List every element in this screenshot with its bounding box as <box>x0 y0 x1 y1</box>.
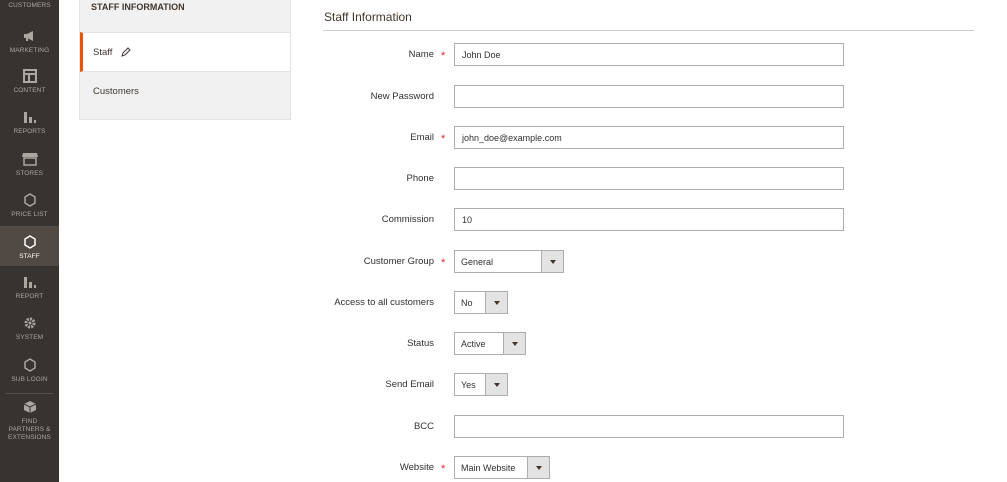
menu-item-customers[interactable]: CUSTOMERS <box>0 2 59 10</box>
chevron-down-icon <box>485 292 507 313</box>
required-mark: * <box>441 257 446 269</box>
field-website: Website * Main Website <box>0 456 1007 480</box>
field-label: BCC <box>413 421 434 432</box>
field-label: New Password <box>370 91 434 102</box>
required-mark: * <box>441 133 446 145</box>
bar-chart-icon <box>22 109 38 125</box>
hexagon-icon <box>22 234 38 250</box>
section-title: Staff Information <box>324 10 412 24</box>
customer-group-select[interactable]: General <box>454 250 564 273</box>
status-select[interactable]: Active <box>454 332 526 355</box>
menu-item-label: CUSTOMERS <box>8 2 51 9</box>
field-phone: Phone <box>0 167 1007 191</box>
gear-icon <box>22 315 38 331</box>
chevron-down-icon <box>527 457 549 478</box>
megaphone-icon <box>22 28 38 44</box>
commission-input[interactable]: 10 <box>454 208 844 231</box>
email-input[interactable]: john_doe@example.com <box>454 126 844 149</box>
section-divider <box>323 30 974 31</box>
chevron-down-icon <box>503 333 525 354</box>
send-email-select[interactable]: Yes <box>454 373 508 396</box>
chevron-down-icon <box>485 374 507 395</box>
field-new-password: New Password <box>0 85 1007 109</box>
field-label: Name <box>408 49 434 60</box>
field-access-all-customers: Access to all customers No <box>0 291 1007 315</box>
bar-chart-icon <box>22 274 38 290</box>
website-select[interactable]: Main Website <box>454 456 550 479</box>
tabs-title: STAFF INFORMATION <box>91 2 185 12</box>
field-commission: Commission 10 <box>0 208 1007 232</box>
field-label: Phone <box>406 173 434 184</box>
admin-menu: CUSTOMERS MARKETING CONTENT REPORTS STOR… <box>0 0 59 482</box>
field-label: Customer Group <box>363 256 434 267</box>
field-label: Send Email <box>385 379 434 390</box>
access-all-customers-select[interactable]: No <box>454 291 508 314</box>
select-value: Yes <box>461 379 476 390</box>
field-label: Website <box>399 462 434 473</box>
field-label: Status <box>407 338 434 349</box>
select-value: No <box>461 297 473 308</box>
name-input[interactable]: John Doe <box>454 43 844 66</box>
field-label: Access to all customers <box>334 297 434 308</box>
field-name: Name * John Doe <box>0 43 1007 67</box>
field-status: Status Active <box>0 332 1007 356</box>
field-customer-group: Customer Group * General <box>0 250 1007 274</box>
field-email: Email * john_doe@example.com <box>0 126 1007 150</box>
select-value: General <box>461 256 494 267</box>
hexagon-icon <box>22 192 38 208</box>
phone-input[interactable] <box>454 167 844 190</box>
hexagon-icon <box>22 357 38 373</box>
chevron-down-icon <box>541 251 563 272</box>
select-value: Active <box>461 338 486 349</box>
box-icon <box>22 399 38 415</box>
field-bcc: BCC <box>0 415 1007 439</box>
content-icon <box>22 68 38 84</box>
required-mark: * <box>441 463 446 475</box>
field-send-email: Send Email Yes <box>0 373 1007 397</box>
field-label: Commission <box>381 214 434 225</box>
field-label: Email <box>410 132 434 143</box>
new-password-input[interactable] <box>454 85 844 108</box>
select-value: Main Website <box>461 462 516 473</box>
required-mark: * <box>441 50 446 62</box>
bcc-input[interactable] <box>454 415 844 438</box>
store-icon <box>21 151 38 167</box>
